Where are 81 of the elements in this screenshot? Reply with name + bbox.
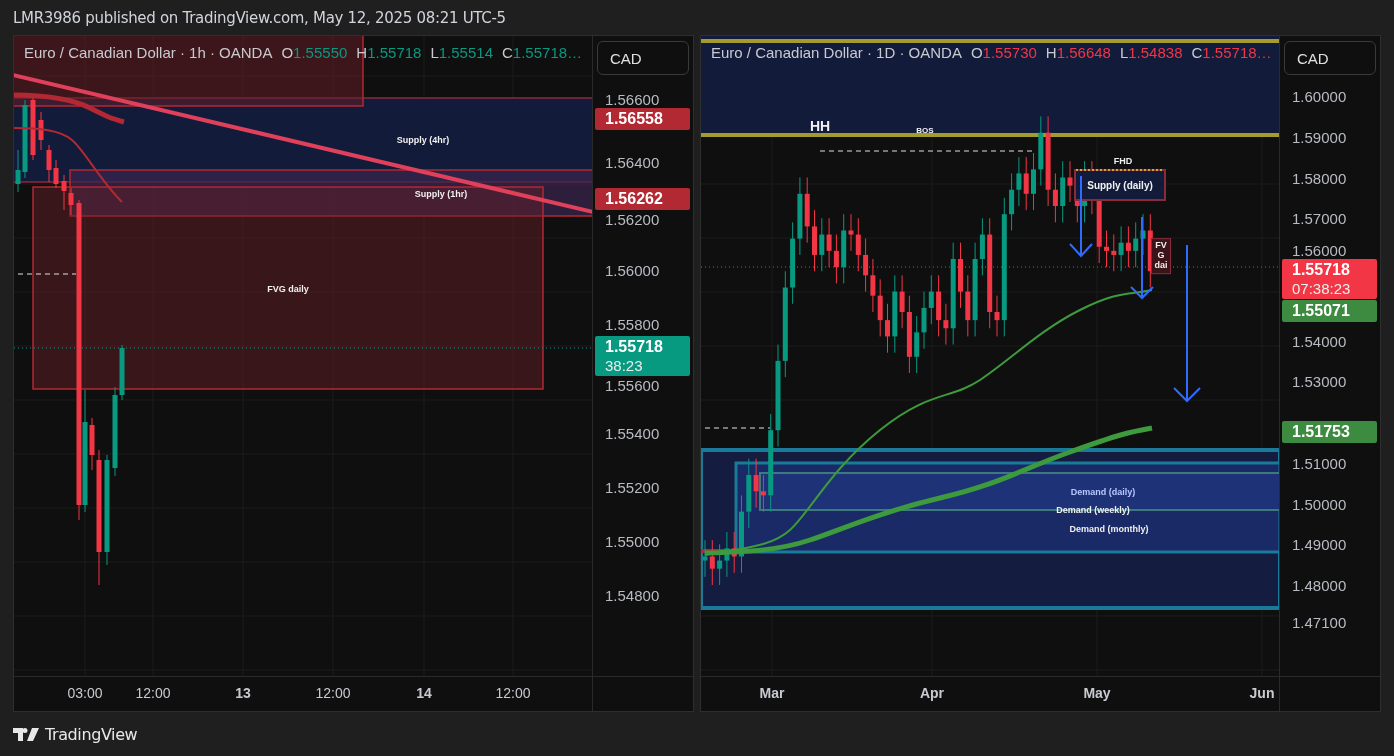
price-tick: 1.55800	[605, 315, 660, 333]
ohlc-key: H	[1045, 44, 1057, 61]
candlestick	[1031, 152, 1036, 211]
zone-label: Supply (daily)	[1087, 179, 1153, 191]
price-tick: 1.56600	[605, 90, 660, 108]
time-tick: 03:00	[67, 685, 103, 701]
currency-button[interactable]: CAD	[597, 41, 689, 75]
price-label: 1.51753	[1282, 421, 1377, 444]
dashed-line	[704, 427, 771, 429]
price-tick: 1.49000	[1292, 535, 1347, 553]
dashed-line	[17, 273, 77, 275]
zone-label: FVG daily	[267, 284, 309, 294]
time-tick: Apr	[919, 685, 945, 701]
time-tick: 12:00	[135, 685, 171, 701]
zone-label: HH	[809, 118, 831, 134]
time-tick: 12:00	[495, 685, 531, 701]
price-label: 1.56262	[595, 188, 690, 211]
candlestick	[885, 303, 890, 354]
price-tick: 1.55600	[605, 376, 660, 394]
candlestick	[958, 242, 963, 309]
candlestick	[1104, 230, 1109, 268]
price-tick: 1.57000	[1292, 209, 1347, 227]
ohlc-value: 1.55514	[438, 44, 493, 61]
price-tick: 1.60000	[1292, 87, 1347, 105]
zone-label: Demand (monthly)	[1069, 524, 1149, 534]
price-label: 1.55071	[1282, 300, 1377, 323]
ohlc-key: O	[970, 44, 983, 61]
ohlc-value: 1.55730	[982, 44, 1037, 61]
candlestick	[38, 111, 44, 151]
price-tick: 1.48000	[1292, 576, 1347, 594]
ohlc-key: L	[430, 44, 439, 61]
candlestick	[812, 209, 817, 272]
ohlc-key: L	[1119, 44, 1129, 61]
price-tick: 1.56400	[605, 153, 660, 171]
ohlc-value: 1.55718…	[1202, 44, 1272, 61]
zone-label: Demand (daily)	[1070, 487, 1136, 497]
price-tick: 1.50000	[1292, 495, 1347, 512]
price-tick: 1.47100	[1292, 613, 1347, 631]
price-tick: 1.55400	[605, 424, 660, 442]
zone-label: FHD	[1113, 156, 1133, 166]
ohlc-value: 1.55718…	[512, 44, 583, 61]
ohlc-value: 1.54838	[1128, 44, 1183, 61]
price-tick: 1.56000	[605, 261, 660, 279]
time-tick: Mar	[759, 685, 785, 701]
price-tick: 1.51000	[1292, 454, 1347, 472]
price-tick: 1.54800	[605, 586, 660, 604]
zone-label: Supply (1hr)	[414, 189, 468, 199]
price-label: 1.55718 07:38:23	[1282, 259, 1377, 300]
ohlc-value: 1.55550	[293, 44, 348, 61]
zone-label: BOS	[916, 125, 934, 135]
ohlc-value: 1.56648	[1056, 44, 1111, 61]
candlestick	[30, 95, 36, 161]
price-tick: 1.59000	[1292, 128, 1347, 146]
time-tick: 12:00	[315, 685, 351, 701]
zone-label: Supply (4hr)	[396, 135, 450, 145]
symbol-title: Euro / Canadian Dollar · 1h · OANDA	[24, 44, 273, 61]
price-tick: 1.54000	[1292, 332, 1347, 349]
price-tick: 1.58000	[1292, 169, 1347, 186]
tradingview-logo-icon	[13, 727, 39, 741]
ohlc-key: C	[1191, 44, 1203, 61]
time-tick: Jun	[1249, 685, 1275, 701]
ohlc-key: O	[281, 44, 294, 61]
fvg-label: FVG dai	[1151, 238, 1171, 274]
price-tick: 1.56200	[605, 210, 660, 228]
price-tick: 1.56000	[1292, 242, 1347, 259]
price-tick: 1.55000	[605, 532, 660, 550]
currency-button[interactable]: CAD	[1284, 41, 1376, 75]
price-tick: 1.53000	[1292, 372, 1347, 390]
zone-label: Demand (weekly)	[1056, 505, 1130, 515]
brand-name: TradingView	[45, 724, 138, 744]
time-tick: 14	[416, 685, 432, 701]
ohlc-key: C	[502, 44, 513, 61]
price-label: 1.56558	[595, 108, 690, 131]
price-tick: 1.55200	[605, 478, 660, 496]
time-tick: 13	[235, 685, 251, 701]
symbol-title: Euro / Canadian Dollar · 1D · OANDA	[711, 44, 962, 61]
price-label: 1.55718 38:23	[595, 335, 690, 376]
time-tick: May	[1083, 685, 1111, 701]
publish-info: LMR3986 published on TradingView.com, May 12, 2025 08:21 UTC-5	[13, 8, 506, 27]
ohlc-value: 1.55718	[367, 44, 422, 61]
ohlc-key: H	[356, 44, 368, 61]
